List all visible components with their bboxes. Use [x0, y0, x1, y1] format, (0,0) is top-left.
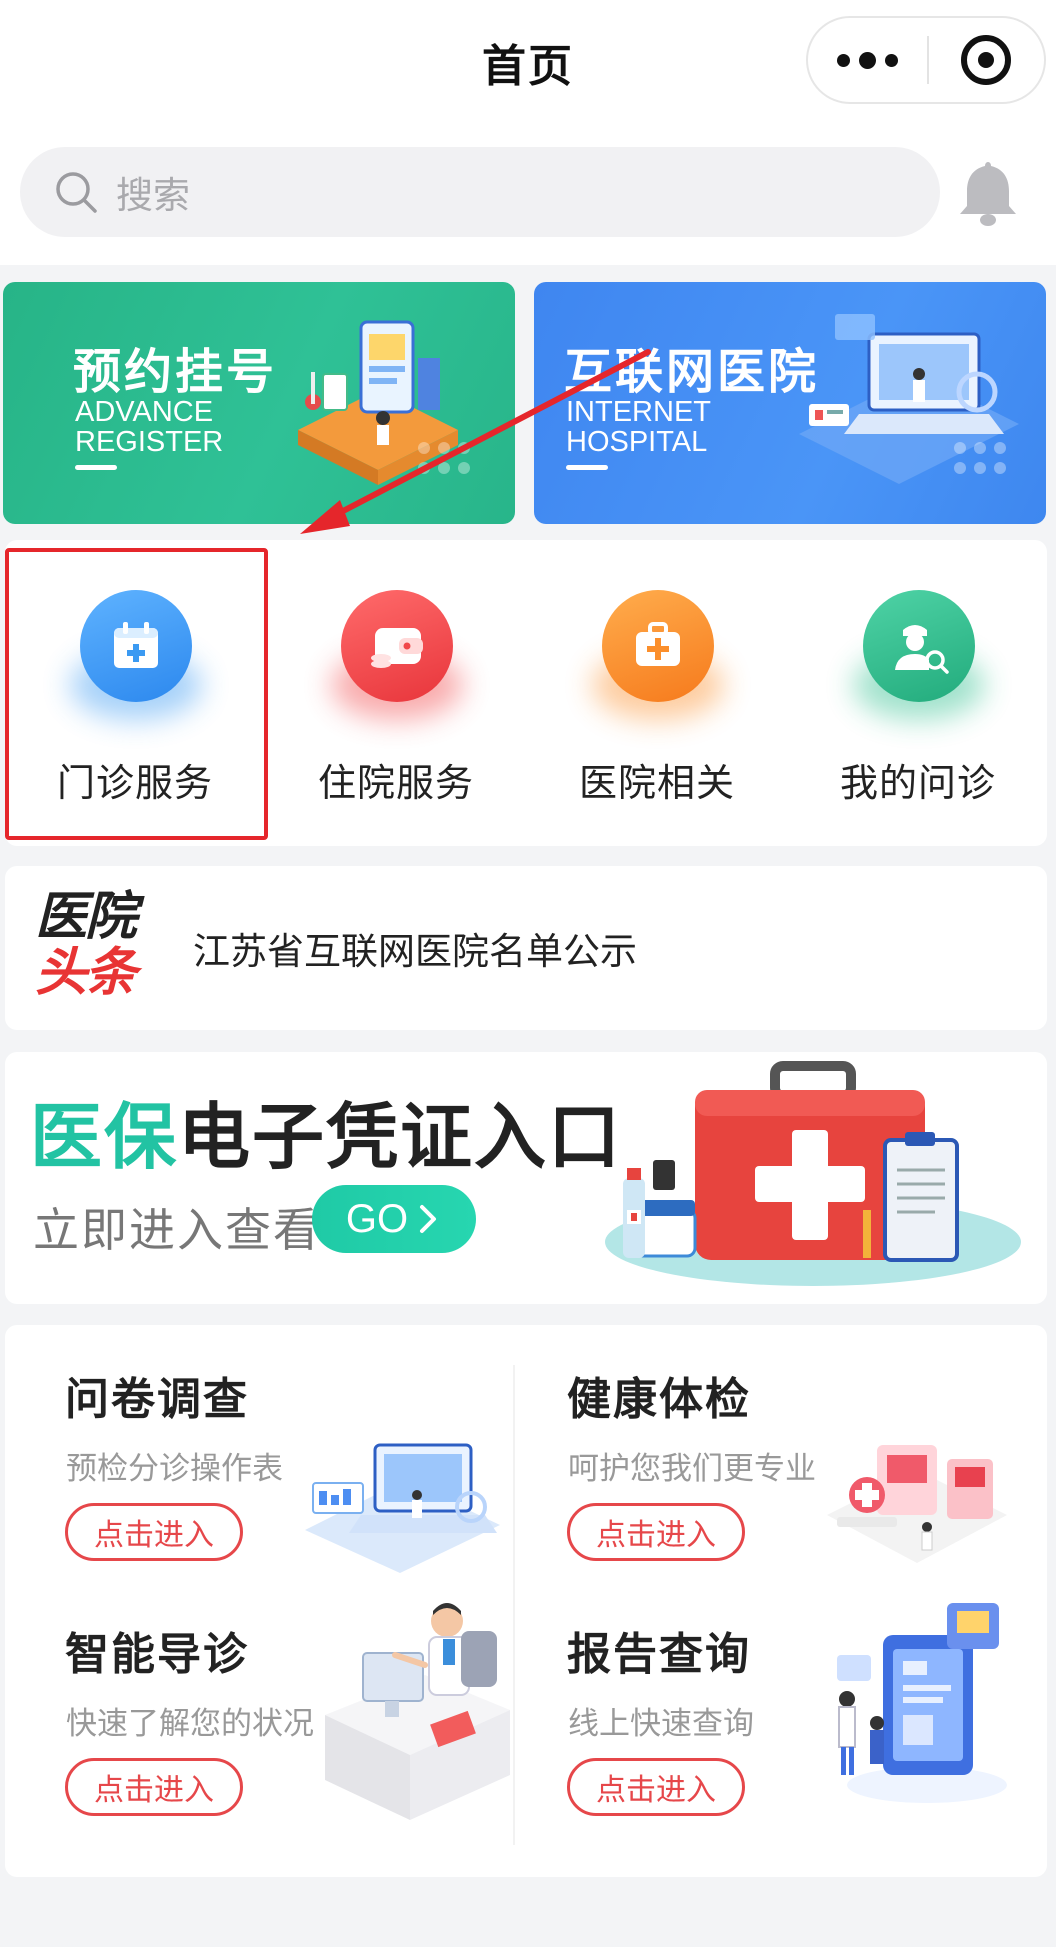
service-smart-guide[interactable]: 智能导诊 快速了解您的状况 点击进入	[5, 1580, 510, 1835]
search-icon	[56, 172, 97, 213]
insurance-title-accent: 医保	[30, 1095, 179, 1179]
nav-label: 医院相关	[578, 761, 735, 805]
news-logo-top: 医院	[35, 887, 137, 947]
services-grid: 问卷调查 预检分诊操作表 点击进入 健康体检 呵护您我们更专业 点击进入 智能导…	[5, 1325, 1047, 1877]
nav-label: 我的问诊	[839, 761, 996, 805]
news-headline: 江苏省互联网医院名单公示	[193, 930, 637, 973]
chevron-right-icon	[420, 1205, 437, 1233]
service-description: 快速了解您的状况	[66, 1706, 314, 1742]
service-description: 线上快速查询	[568, 1706, 754, 1742]
service-title: 健康体检	[567, 1374, 751, 1425]
calendar-plus-icon	[80, 590, 192, 702]
nav-label: 住院服务	[317, 761, 474, 805]
banner-subtitle: INTERNET HOSPITAL	[566, 397, 711, 457]
service-health-checkup[interactable]: 健康体检 呵护您我们更专业 点击进入	[507, 1325, 1007, 1580]
hospital-news-logo: 医院 头条	[35, 889, 153, 1007]
medical-case-illustration	[605, 1061, 1021, 1286]
service-questionnaire[interactable]: 问卷调查 预检分诊操作表 点击进入	[5, 1325, 505, 1580]
nav-hospital-related[interactable]: 医院相关	[527, 540, 787, 846]
medical-kit-icon	[602, 590, 714, 702]
more-dot-icon	[858, 51, 876, 69]
top-bar: 首页 搜索	[0, 0, 1056, 265]
quick-nav: 门诊服务 住院服务 医院相关 我的问诊	[5, 540, 1047, 846]
insurance-title: 医保电子凭证入口	[30, 1078, 622, 1183]
nav-label: 门诊服务	[56, 761, 213, 805]
service-title: 问卷调查	[65, 1374, 249, 1425]
banner-title: 预约挂号	[73, 344, 278, 400]
smart-guide-illustration	[325, 1603, 510, 1820]
insurance-subtitle: 立即进入查看	[33, 1203, 321, 1257]
go-label: GO	[345, 1196, 409, 1241]
more-dot-icon	[836, 53, 850, 67]
medical-insurance-banner[interactable]: 医保电子凭证入口 立即进入查看 GO	[5, 1052, 1047, 1304]
more-menu-button[interactable]	[808, 18, 927, 102]
enter-button[interactable]: 点击进入	[65, 1503, 243, 1561]
internet-hospital-illustration	[799, 314, 1019, 484]
hospital-news-bar[interactable]: 医院 头条 江苏省互联网医院名单公示	[5, 866, 1047, 1030]
banner-subtitle-line2: REGISTER	[75, 426, 224, 458]
mini-program-capsule	[806, 16, 1046, 104]
service-title: 报告查询	[567, 1629, 751, 1680]
banner-subtitle-line1: INTERNET	[566, 396, 711, 428]
banner-subtitle-line1: ADVANCE	[75, 396, 214, 428]
news-logo-bottom: 头条	[35, 943, 137, 1003]
banner-subtitle: ADVANCE REGISTER	[75, 397, 223, 457]
close-miniprogram-button[interactable]	[929, 18, 1044, 102]
report-query-illustration	[837, 1603, 1007, 1803]
enter-button[interactable]: 点击进入	[65, 1758, 243, 1816]
doctor-search-icon	[863, 590, 975, 702]
nav-my-consultation[interactable]: 我的问诊	[788, 540, 1048, 846]
banner-underline	[75, 465, 117, 470]
banner-dots-decoration	[418, 442, 470, 474]
wallet-icon	[341, 590, 453, 702]
service-description: 呵护您我们更专业	[568, 1451, 816, 1487]
nav-outpatient-service[interactable]: 门诊服务	[5, 540, 265, 846]
enter-button[interactable]: 点击进入	[567, 1503, 745, 1561]
search-input[interactable]: 搜索	[20, 147, 940, 237]
questionnaire-illustration	[305, 1443, 500, 1573]
banner-appointment[interactable]: 预约挂号 ADVANCE REGISTER	[3, 282, 515, 524]
health-checkup-illustration	[827, 1445, 1007, 1563]
search-placeholder: 搜索	[116, 174, 190, 217]
target-icon	[961, 35, 1012, 85]
service-description: 预检分诊操作表	[66, 1451, 283, 1487]
insurance-title-rest: 电子凭证入口	[178, 1095, 623, 1179]
banner-underline	[566, 465, 608, 470]
banner-subtitle-line2: HOSPITAL	[566, 426, 708, 458]
banner-internet-hospital[interactable]: 互联网医院 INTERNET HOSPITAL	[534, 282, 1046, 524]
more-dot-icon	[884, 53, 898, 67]
service-report-query[interactable]: 报告查询 线上快速查询 点击进入	[507, 1580, 1007, 1835]
service-title: 智能导诊	[65, 1629, 249, 1680]
banner-dots-decoration	[954, 442, 1006, 474]
enter-button[interactable]: 点击进入	[567, 1758, 745, 1816]
bell-icon[interactable]	[956, 158, 1020, 228]
insurance-go-button[interactable]: GO	[312, 1185, 476, 1253]
nav-inpatient-service[interactable]: 住院服务	[266, 540, 526, 846]
